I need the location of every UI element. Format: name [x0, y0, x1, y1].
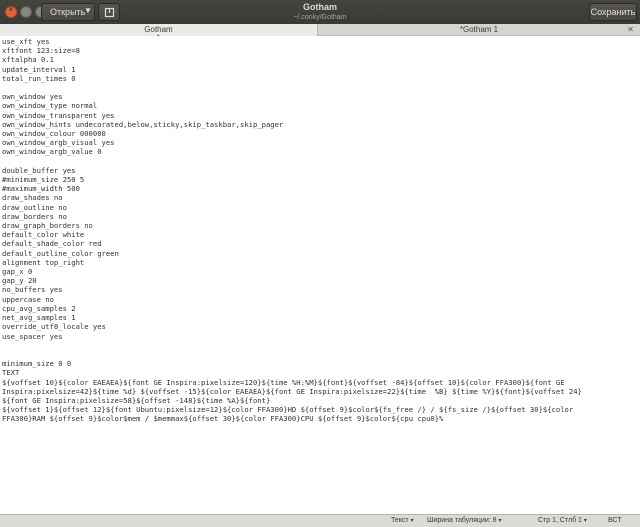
code-line[interactable]: draw_graph_borders no — [2, 221, 640, 230]
tab-gotham-1[interactable]: *Gotham 1 ✕ — [318, 24, 640, 36]
code-line[interactable]: draw_shades no — [2, 193, 640, 202]
insert-mode-label: ВСТ — [608, 517, 622, 524]
code-line[interactable]: uppercase no — [2, 295, 640, 304]
code-line[interactable]: ${voffset 1}${offset 12}${font Ubuntu:pi… — [2, 405, 640, 414]
text-editor-area[interactable]: use_xft yes xftfont 123:size=8 xftalpha 0.… — [0, 36, 640, 514]
code-line[interactable]: own_window_transparent yes — [2, 111, 640, 120]
syntax-selector[interactable]: Текст ▾ — [391, 516, 414, 526]
code-line[interactable]: draw_borders no — [2, 212, 640, 221]
cursor-position: Стр 1, Стлб 1 ▾ — [538, 516, 587, 526]
code-line[interactable]: minimum_size 0 0 — [2, 359, 640, 368]
code-line[interactable]: xftalpha 0.1 — [2, 55, 640, 64]
status-bar: Текст ▾ Ширина табуляции: 8 ▾ Стр 1, Стлб … — [0, 514, 640, 527]
code-line[interactable]: own_window_argb_visual yes — [2, 138, 640, 147]
code-line[interactable]: own_window_hints undecorated,below,stick… — [2, 120, 640, 129]
tab-label: *Gotham 1 — [459, 25, 499, 34]
new-document-button[interactable] — [98, 3, 120, 21]
header-bar: × Открыть ▼ Gotham ~/.conky/Gotham Сохра… — [0, 0, 640, 24]
code-line[interactable]: own_window_type normal — [2, 101, 640, 110]
code-line[interactable]: update_interval 1 — [2, 65, 640, 74]
code-line[interactable]: FFA300}RAM ${offset 9}$color$mem / $memm… — [2, 414, 640, 423]
code-line[interactable]: #maximum_width 500 — [2, 184, 640, 193]
code-line[interactable]: TEXT — [2, 368, 640, 377]
code-line[interactable]: total_run_times 0 — [2, 74, 640, 83]
open-button[interactable]: Открыть ▼ — [41, 3, 95, 21]
code-line[interactable]: xftfont 123:size=8 — [2, 46, 640, 55]
code-line[interactable] — [2, 83, 640, 92]
minimize-window-button[interactable] — [20, 6, 32, 18]
code-line[interactable]: use_spacer yes — [2, 332, 640, 341]
code-line[interactable]: cpu_avg_samples 2 — [2, 304, 640, 313]
code-line[interactable]: default_outline_color green — [2, 249, 640, 258]
window-title: Gotham — [302, 2, 337, 12]
tab-width-selector[interactable]: Ширина табуляции: 8 ▾ — [427, 516, 502, 526]
code-line[interactable]: Inspira:pixelsize=42}${time %d} ${voffse… — [2, 387, 640, 396]
insert-mode[interactable]: ВСТ — [608, 516, 622, 526]
code-line[interactable]: use_xft yes — [2, 37, 640, 46]
document-text[interactable]: use_xft yes xftfont 123:size=8 xftalpha 0.… — [0, 36, 640, 424]
code-line[interactable]: ${voffset 10}${color EAEAEA}${font GE In… — [2, 378, 640, 387]
code-line[interactable]: ${font GE Inspira:pixelsize=58}${offset … — [2, 396, 640, 405]
close-icon: × — [8, 4, 14, 14]
code-line[interactable]: alignment top_right — [2, 258, 640, 267]
code-line[interactable]: #minimum_size 250 5 — [2, 175, 640, 184]
code-line[interactable]: override_utf8_locale yes — [2, 322, 640, 331]
code-line[interactable]: own_window_colour 000000 — [2, 129, 640, 138]
code-line[interactable]: default_shade_color red — [2, 239, 640, 248]
cursor-position-label: Стр 1, Стлб 1 — [538, 517, 582, 524]
code-line[interactable] — [2, 350, 640, 359]
save-button[interactable]: Сохранить — [589, 3, 637, 21]
close-window-button[interactable]: × — [5, 4, 17, 18]
code-line[interactable]: own_window yes — [2, 92, 640, 101]
chevron-down-icon: ▾ — [410, 518, 414, 524]
window-subtitle: ~/.conky/Gotham — [293, 14, 347, 21]
tab-bar: Gotham *Gotham 1 ✕ — [0, 24, 640, 36]
code-line[interactable]: default_color white — [2, 230, 640, 239]
code-line[interactable]: own_window_argb_value 0 — [2, 147, 640, 156]
code-line[interactable]: no_buffers yes — [2, 285, 640, 294]
open-button-label: Открыть — [50, 7, 86, 17]
code-line[interactable]: draw_outline no — [2, 203, 640, 212]
tab-width-label: Ширина табуляции: 8 — [427, 517, 497, 524]
chevron-down-icon: ▼ — [84, 6, 92, 15]
code-line[interactable]: double_buffer yes — [2, 166, 640, 175]
code-line[interactable]: net_avg_samples 1 — [2, 313, 640, 322]
close-icon[interactable]: ✕ — [627, 24, 634, 35]
code-line[interactable] — [2, 341, 640, 350]
code-line[interactable]: gap_x 0 — [2, 267, 640, 276]
code-line[interactable]: gap_y 20 — [2, 276, 640, 285]
new-document-icon — [104, 7, 115, 18]
chevron-down-icon: ▾ — [498, 518, 502, 524]
window-title-block: Gotham ~/.conky/Gotham — [220, 2, 420, 22]
syntax-label: Текст — [391, 517, 409, 524]
code-line[interactable] — [2, 157, 640, 166]
chevron-down-icon: ▾ — [583, 518, 587, 524]
